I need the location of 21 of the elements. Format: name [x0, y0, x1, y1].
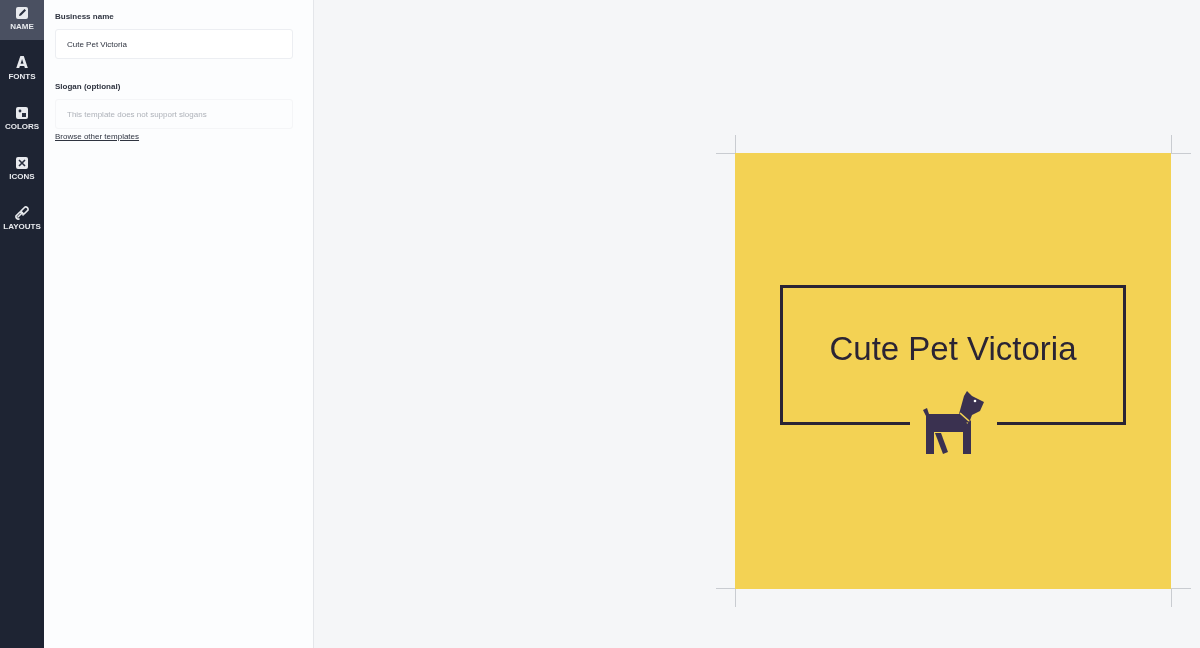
field-label: Slogan (optional) — [55, 82, 121, 92]
sidebar-tab[interactable]: LAYOUTS — [0, 200, 44, 240]
swatch-square-icon — [15, 106, 29, 120]
browse-templates-link[interactable]: Browse other templates — [55, 132, 140, 142]
business-name-field[interactable]: Cute Pet Victoria — [55, 29, 293, 59]
link-icon — [15, 206, 29, 220]
field-label: Business name — [55, 12, 114, 22]
crop-mark — [716, 588, 736, 607]
shapes-square-icon — [15, 156, 29, 170]
crop-mark — [1171, 135, 1191, 154]
logo-text: Cute Pet Victoria — [829, 329, 1077, 369]
letter-a-icon: A — [16, 56, 28, 70]
dog-icon — [921, 390, 985, 456]
sidebar-tab[interactable]: COLORS — [0, 100, 44, 140]
crop-mark — [716, 135, 736, 154]
crop-mark — [1171, 588, 1191, 607]
sidebar-tab[interactable]: A FONTS — [0, 50, 44, 90]
sidebar-tab[interactable]: NAME — [0, 0, 44, 40]
slogan-field[interactable]: This template does not support slogans — [55, 99, 293, 129]
sidebar-tab[interactable]: ICONS — [0, 150, 44, 190]
pencil-square-icon — [15, 6, 29, 20]
